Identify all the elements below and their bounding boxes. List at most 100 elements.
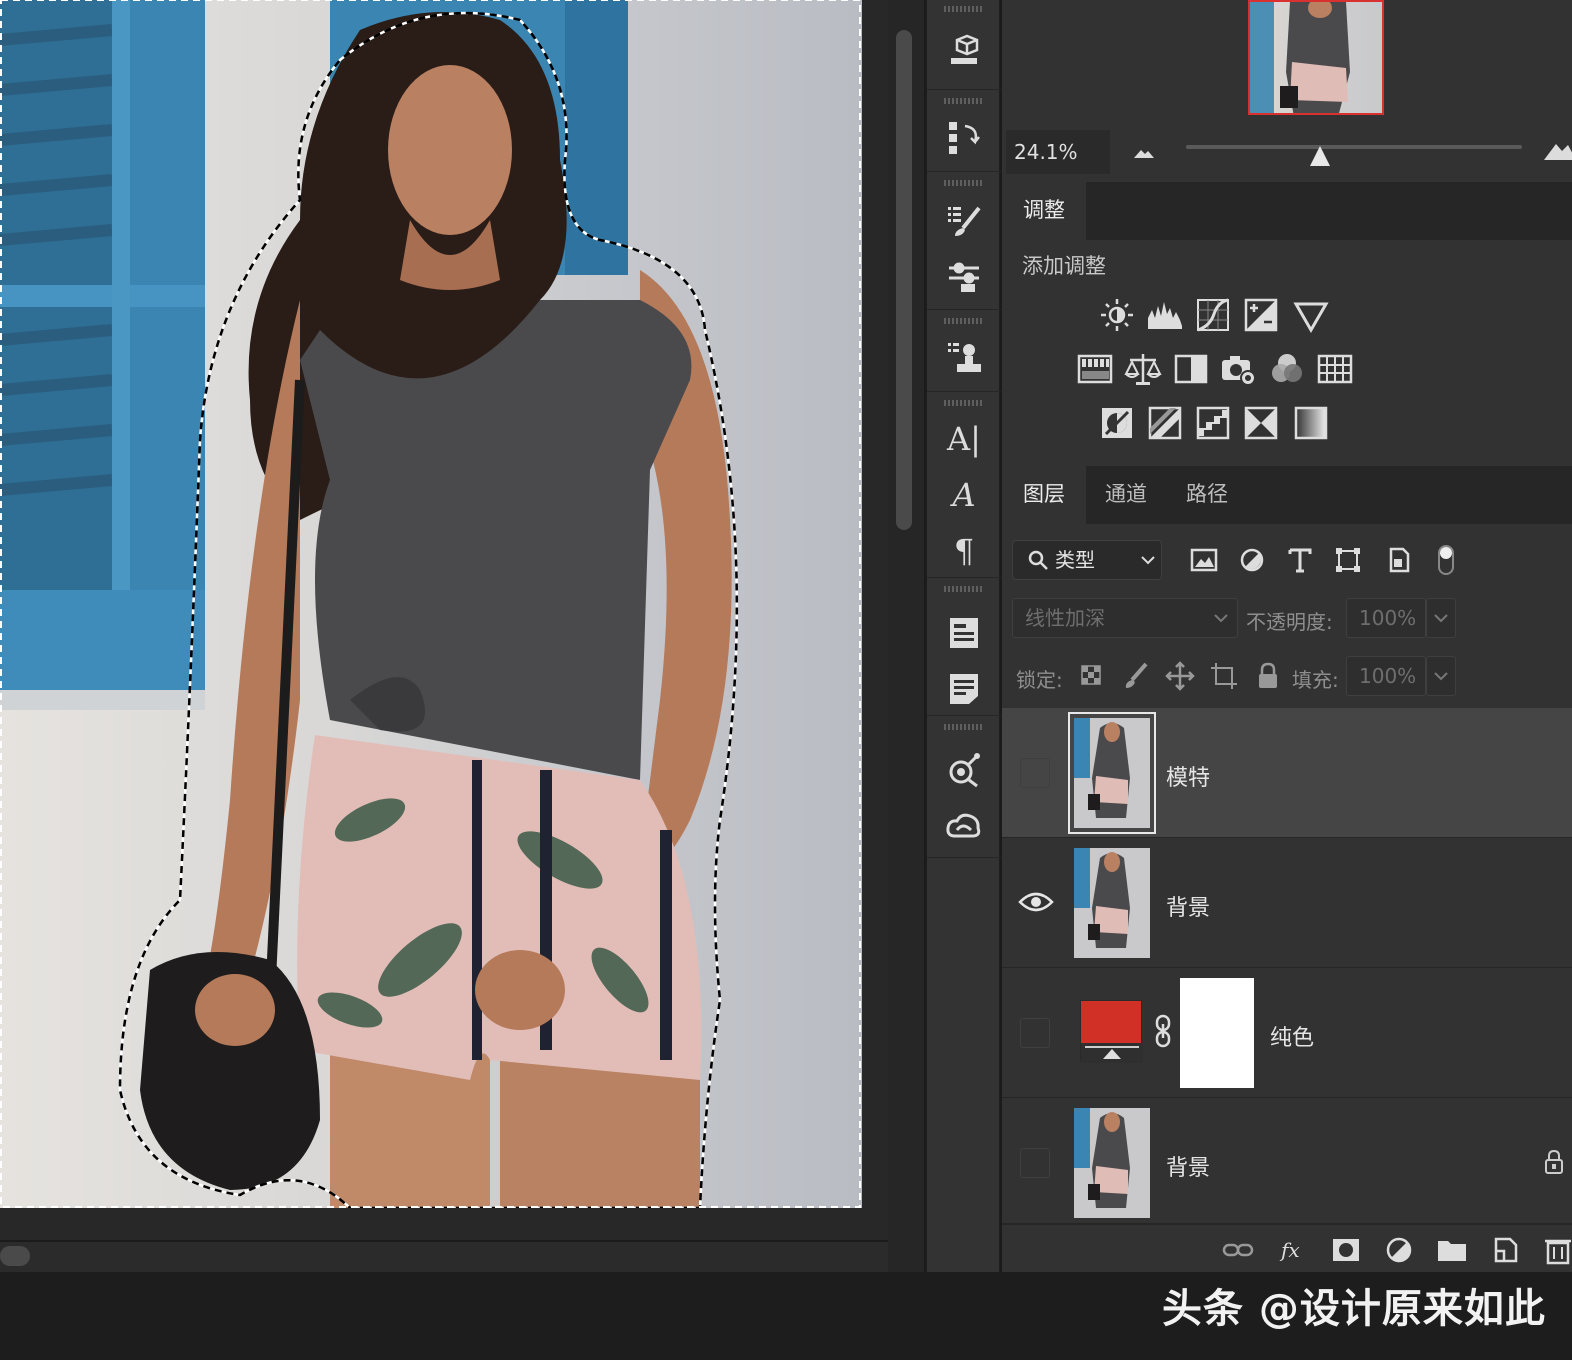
navigator-preview[interactable] (1248, 0, 1384, 115)
layer-row-solid-color[interactable]: 纯色 (1002, 968, 1572, 1098)
lock-all-icon[interactable] (1252, 660, 1284, 692)
layer-thumbnail-image (1074, 1108, 1150, 1218)
grip-icon[interactable] (944, 6, 984, 12)
filter-shape-icon[interactable] (1330, 540, 1366, 580)
layer-thumbnail[interactable] (1074, 848, 1150, 958)
paragraph-panel-icon[interactable]: ¶ (941, 528, 987, 574)
layers-tabbar: 图层 通道 路径 (1002, 466, 1572, 524)
layer-mask-thumbnail[interactable] (1180, 978, 1254, 1088)
visibility-toggle[interactable] (1020, 1018, 1050, 1048)
blend-mode-select[interactable]: 线性加深 (1012, 598, 1238, 638)
filter-adjustment-icon[interactable] (1234, 540, 1270, 580)
opacity-input[interactable]: 100% (1346, 598, 1426, 638)
new-adjustment-layer-icon[interactable] (1384, 1235, 1416, 1265)
add-layer-mask-icon[interactable] (1330, 1235, 1362, 1265)
exposure-icon[interactable] (1242, 296, 1280, 334)
right-panel: 24.1% 调整 添加调整 图层 通道 路径 类型 线性加深 不透明度: 100… (1002, 0, 1572, 1272)
hue-saturation-icon[interactable] (1076, 350, 1114, 388)
zoom-percentage-field[interactable]: 24.1% (1006, 130, 1110, 174)
creative-cloud-libraries-icon[interactable] (941, 804, 987, 850)
filter-kind-value: 类型 (1055, 548, 1095, 572)
visibility-toggle[interactable] (1020, 1148, 1050, 1178)
tab-channels[interactable]: 通道 (1086, 466, 1166, 524)
grip-icon[interactable] (944, 724, 984, 730)
paragraph-styles-icon[interactable] (941, 610, 987, 656)
layer-style-fx-icon[interactable]: fx (1278, 1235, 1310, 1265)
delete-layer-trash-icon[interactable] (1542, 1235, 1572, 1265)
photo-model[interactable] (0, 0, 862, 1208)
layer-filter-kind-select[interactable]: 类型 (1012, 540, 1162, 580)
layer-name[interactable]: 背景 (1166, 890, 1210, 922)
zoom-slider-thumb[interactable] (1310, 146, 1331, 166)
filter-smart-object-icon[interactable] (1380, 540, 1416, 580)
vibrance-icon[interactable] (1292, 296, 1330, 334)
grip-icon[interactable] (944, 180, 984, 186)
document-canvas[interactable] (0, 0, 888, 1240)
photo-filter-icon[interactable] (1220, 350, 1258, 388)
layer-name[interactable]: 纯色 (1270, 1020, 1314, 1052)
link-layers-icon[interactable] (1222, 1235, 1254, 1265)
selective-color-icon[interactable] (1242, 404, 1280, 442)
learn-panel-icon[interactable] (941, 746, 987, 792)
horizontal-scroll-thumb[interactable] (0, 1246, 30, 1266)
grip-icon[interactable] (944, 400, 984, 406)
eye-icon[interactable] (1018, 888, 1054, 916)
filter-type-icon[interactable] (1282, 540, 1318, 580)
fill-dropdown-button[interactable] (1426, 656, 1456, 696)
grip-icon[interactable] (944, 318, 984, 324)
brush-settings-icon[interactable] (941, 198, 987, 244)
posterize-icon[interactable] (1146, 404, 1184, 442)
lock-position-icon[interactable] (1164, 660, 1196, 692)
color-lookup-icon[interactable] (1316, 350, 1354, 388)
visibility-toggle[interactable] (1020, 758, 1050, 788)
filter-toggle-switch[interactable] (1428, 540, 1464, 580)
vertical-scroll-thumb[interactable] (896, 30, 912, 530)
grip-icon[interactable] (944, 98, 984, 104)
invert-icon[interactable] (1098, 404, 1136, 442)
solid-color-fill-thumbnail[interactable] (1080, 1000, 1143, 1063)
history-panel-icon[interactable] (941, 114, 987, 160)
canvas-horizontal-scrollbar[interactable] (0, 1242, 888, 1272)
zoom-out-mountain-icon[interactable] (1132, 142, 1156, 162)
fill-input[interactable]: 100% (1346, 656, 1426, 696)
layer-row-model[interactable]: 模特 (1002, 708, 1572, 838)
tool-presets-icon[interactable] (941, 254, 987, 300)
zoom-in-mountain-icon[interactable] (1542, 136, 1572, 162)
blend-mode-value: 线性加深 (1025, 606, 1105, 630)
threshold-icon[interactable] (1194, 404, 1232, 442)
tab-adjustments[interactable]: 调整 (1002, 182, 1086, 240)
lock-image-pixels-icon[interactable] (1120, 660, 1152, 692)
brightness-contrast-icon[interactable] (1098, 296, 1136, 334)
layer-thumbnail[interactable] (1068, 712, 1156, 834)
gradient-map-icon[interactable] (1292, 404, 1330, 442)
grip-icon[interactable] (944, 586, 984, 592)
layer-lock-icon[interactable] (1542, 1148, 1566, 1176)
character-styles-icon[interactable] (941, 666, 987, 712)
lock-artboard-icon[interactable] (1208, 660, 1240, 692)
tab-paths[interactable]: 路径 (1166, 466, 1248, 524)
layer-name[interactable]: 模特 (1166, 760, 1210, 792)
tab-layers[interactable]: 图层 (1002, 466, 1086, 524)
channel-mixer-icon[interactable] (1268, 350, 1306, 388)
black-white-icon[interactable] (1172, 350, 1210, 388)
layer-row-background[interactable]: 背景 (1002, 1098, 1572, 1224)
layer-name[interactable]: 背景 (1166, 1150, 1210, 1182)
layers-footer-toolbar: fx (1002, 1224, 1572, 1272)
navigator-preview-image (1280, 2, 1350, 113)
levels-icon[interactable] (1146, 296, 1184, 334)
layer-thumbnail[interactable] (1074, 1108, 1150, 1218)
lock-transparent-pixels-icon[interactable] (1076, 660, 1108, 692)
filter-pixel-icon[interactable] (1186, 540, 1222, 580)
clone-source-icon[interactable] (941, 334, 987, 380)
new-group-folder-icon[interactable] (1436, 1235, 1468, 1265)
curves-icon[interactable] (1194, 296, 1232, 334)
zoom-slider-track[interactable] (1186, 145, 1522, 149)
new-layer-icon[interactable] (1490, 1235, 1522, 1265)
character-panel-icon[interactable]: A| (941, 416, 987, 462)
color-balance-icon[interactable] (1124, 350, 1162, 388)
layer-row-background-copy[interactable]: 背景 (1002, 838, 1572, 968)
glyphs-panel-icon[interactable]: A (941, 472, 987, 518)
opacity-dropdown-button[interactable] (1426, 598, 1456, 638)
3d-panel-icon[interactable] (941, 30, 987, 76)
mask-link-icon[interactable] (1152, 1014, 1174, 1048)
